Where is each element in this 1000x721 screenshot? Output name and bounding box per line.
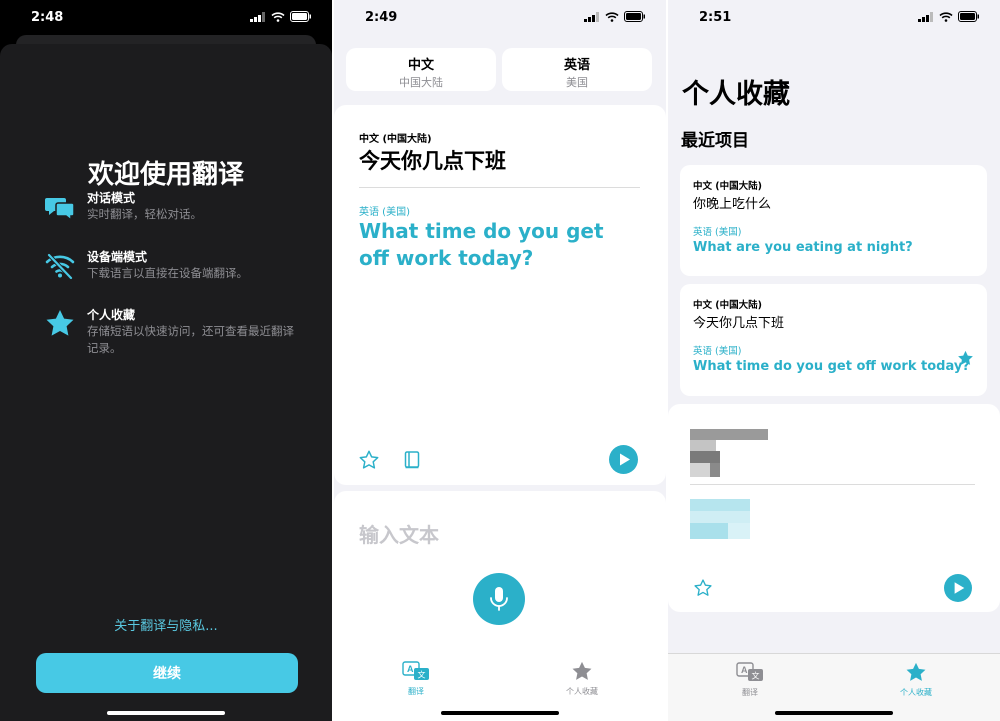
tab-translate[interactable]: A文 翻译 <box>371 661 461 697</box>
source-label: 中文 (中国大陆) <box>359 134 432 145</box>
tab-label: 个人收藏 <box>900 688 932 697</box>
status-icons <box>918 11 980 22</box>
speech-bubbles-icon <box>45 198 75 222</box>
dictionary-icon[interactable] <box>402 450 422 470</box>
favorites-screen: 2:51 个人收藏 最近项目 中文 (中国大陆) 你晚上吃什么 英语 (美国) … <box>668 0 1000 721</box>
feature-title: 个人收藏 <box>87 308 136 322</box>
welcome-screen: 2:48 欢迎使用翻译 对话模式 实时翻译，轻松对话。 设备端模式 下载语言以直… <box>0 0 332 721</box>
signal-icon <box>584 11 599 22</box>
source-language-name: 中文 <box>407 58 434 73</box>
tab-favorites[interactable]: 个人收藏 <box>537 661 627 697</box>
tab-label: 翻译 <box>408 687 424 696</box>
target-label: 英语 (美国) <box>693 346 742 357</box>
translate-screen: 2:49 中文 中国大陆 英语 美国 中文 (中国大陆) 今天你几点下班 英语 … <box>334 0 666 721</box>
translation-card: 中文 (中国大陆) 今天你几点下班 英语 (美国) What time do y… <box>334 105 666 485</box>
play-icon[interactable] <box>944 574 972 602</box>
status-time: 2:51 <box>699 10 732 25</box>
source-label: 中文 (中国大陆) <box>693 300 762 311</box>
home-indicator <box>441 711 559 715</box>
star-icon <box>906 662 926 681</box>
feature-title: 设备端模式 <box>87 250 148 264</box>
translate-icon: A文 <box>402 661 429 680</box>
battery-icon <box>290 11 311 22</box>
divider <box>690 484 975 485</box>
signal-icon <box>250 11 265 22</box>
svg-text:文: 文 <box>418 670 426 680</box>
star-icon <box>46 310 74 336</box>
target-text: What time do you get off work today? <box>693 359 970 374</box>
section-title: 最近项目 <box>681 131 749 151</box>
microphone-button[interactable] <box>473 573 525 625</box>
microphone-icon <box>490 587 508 611</box>
status-time: 2:49 <box>365 10 398 25</box>
source-language-region: 中国大陆 <box>399 76 443 89</box>
blurred-translation-card <box>668 404 1000 612</box>
target-label: 英语 (美国) <box>359 207 410 218</box>
source-text: 你晚上吃什么 <box>693 197 772 212</box>
home-indicator <box>107 711 225 715</box>
wifi-icon <box>271 11 285 22</box>
tab-translate[interactable]: A文 翻译 <box>705 662 795 698</box>
source-label: 中文 (中国大陆) <box>693 181 762 192</box>
favorite-item[interactable]: 中文 (中国大陆) 你晚上吃什么 英语 (美国) What are you ea… <box>680 165 987 276</box>
source-text: 今天你几点下班 <box>693 316 785 331</box>
translate-icon: A文 <box>736 662 763 681</box>
status-time: 2:48 <box>31 10 64 25</box>
status-icons <box>250 11 312 22</box>
star-outline-icon[interactable] <box>358 449 380 471</box>
home-indicator <box>775 711 893 715</box>
tab-label: 翻译 <box>742 688 758 697</box>
page-title: 个人收藏 <box>682 79 790 110</box>
welcome-sheet: 欢迎使用翻译 对话模式 实时翻译，轻松对话。 设备端模式 下载语言以直接在设备端… <box>0 44 332 721</box>
svg-text:A: A <box>741 665 748 675</box>
target-language-region: 美国 <box>566 76 588 89</box>
status-icons <box>584 11 646 22</box>
wifi-icon <box>605 11 619 22</box>
feature-title: 对话模式 <box>87 191 136 205</box>
feature-desc: 下载语言以直接在设备端翻译。 <box>87 266 248 280</box>
svg-text:A: A <box>407 664 414 674</box>
target-label: 英语 (美国) <box>693 227 742 238</box>
svg-text:文: 文 <box>752 671 760 681</box>
target-language-button[interactable]: 英语 美国 <box>502 48 652 91</box>
star-filled-icon[interactable] <box>957 350 974 366</box>
star-outline-icon[interactable] <box>693 578 713 598</box>
status-bar: 2:48 <box>0 0 332 36</box>
about-privacy-link[interactable]: 关于翻译与隐私... <box>0 615 332 634</box>
battery-icon <box>958 11 979 22</box>
tab-label: 个人收藏 <box>566 687 598 696</box>
text-input[interactable]: 输入文本 <box>359 519 439 548</box>
star-icon <box>572 661 592 680</box>
target-language-name: 英语 <box>563 58 590 73</box>
feature-desc: 实时翻译，轻松对话。 <box>87 207 202 221</box>
wifi-icon <box>939 11 953 22</box>
source-text: 今天你几点下班 <box>359 149 506 173</box>
divider <box>359 187 640 188</box>
status-bar: 2:49 <box>334 0 666 36</box>
target-text: What are you eating at night? <box>693 240 913 255</box>
signal-icon <box>918 11 933 22</box>
battery-icon <box>624 11 645 22</box>
status-bar: 2:51 <box>668 0 1000 36</box>
wifi-off-icon <box>45 253 75 280</box>
target-text: What time do you get off work today? <box>359 219 604 270</box>
continue-button[interactable]: 继续 <box>36 653 298 693</box>
welcome-title: 欢迎使用翻译 <box>87 160 244 190</box>
feature-desc: 存储短语以快速访问，还可查看最近翻译记录。 <box>87 324 294 355</box>
source-language-button[interactable]: 中文 中国大陆 <box>346 48 496 91</box>
tab-favorites[interactable]: 个人收藏 <box>871 662 961 698</box>
favorite-item[interactable]: 中文 (中国大陆) 今天你几点下班 英语 (美国) What time do y… <box>680 284 987 396</box>
play-icon[interactable] <box>609 445 638 474</box>
